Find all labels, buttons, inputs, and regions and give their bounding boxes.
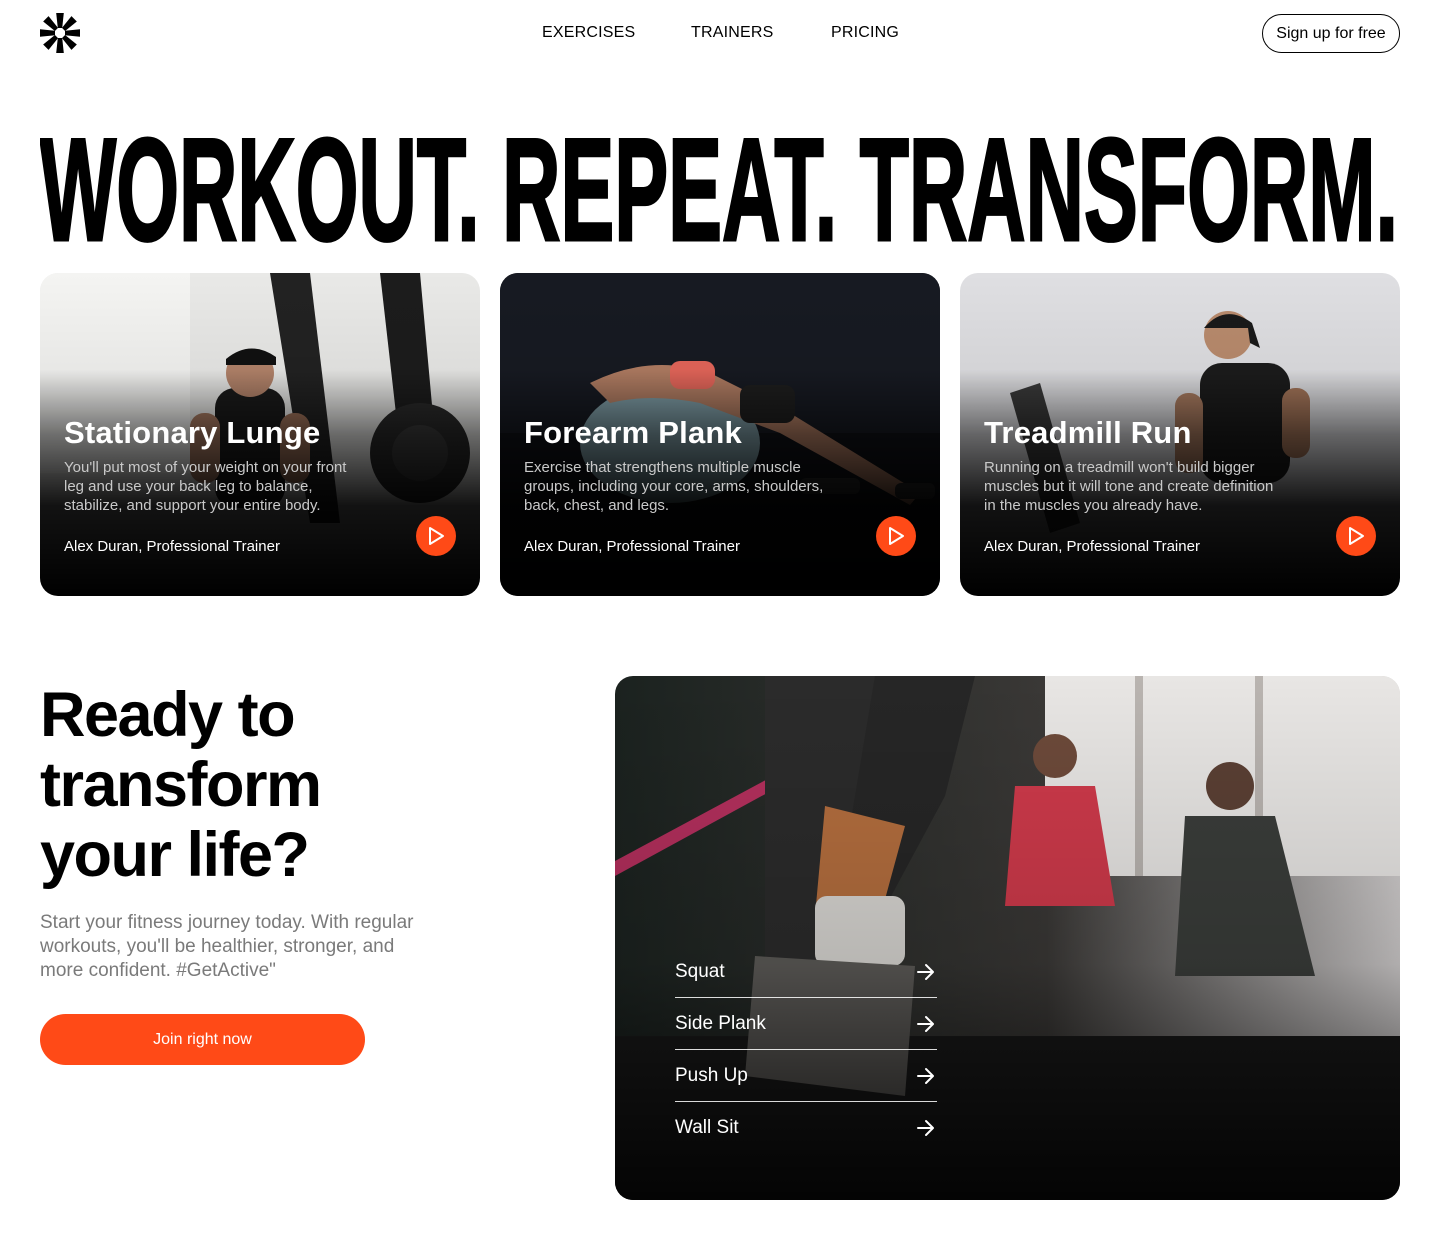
list-item[interactable]: Wall Sit (675, 1102, 937, 1154)
list-item-label: Push Up (675, 1064, 748, 1086)
card-author: Alex Duran, Professional Trainer (524, 538, 740, 555)
exercise-list: Squat Side Plank Push Up Wall Sit (675, 946, 937, 1154)
cta-heading-line: your life? (40, 820, 310, 890)
exercise-feature-image: Squat Side Plank Push Up Wall Sit (615, 676, 1400, 1200)
card-title: Forearm Plank (524, 415, 742, 450)
arrow-right-icon (917, 964, 934, 980)
card-author: Alex Duran, Professional Trainer (64, 538, 280, 555)
nav-link-trainers[interactable]: TRAINERS (691, 24, 774, 42)
card-title: Stationary Lunge (64, 415, 321, 450)
cta-heading-line: Ready to (40, 680, 296, 750)
signup-button[interactable]: Sign up for free (1262, 14, 1400, 53)
nav-link-exercises[interactable]: EXERCISES (542, 24, 635, 42)
card-description: Exercise that strengthens multiple muscl… (524, 459, 824, 514)
card-title: Treadmill Run (984, 415, 1192, 450)
hero-headline: WORKOUT. REPEAT. TRANSFORM. (40, 122, 1400, 257)
arrow-right-icon (917, 1120, 934, 1136)
exercise-cards: Stationary Lunge You'll put most of your… (40, 273, 1400, 596)
arrow-right-icon (917, 1016, 934, 1032)
play-icon[interactable] (876, 516, 916, 556)
list-item[interactable]: Squat (675, 946, 937, 998)
card-description: You'll put most of your weight on your f… (64, 459, 347, 514)
site-header: EXERCISES TRAINERS PRICING Sign up for f… (0, 0, 1440, 66)
join-button[interactable]: Join right now (40, 1014, 365, 1065)
cta-heading: Ready to transform your life? (40, 680, 440, 890)
cta-heading-line: transform (40, 750, 322, 820)
play-icon[interactable] (416, 516, 456, 556)
card-author: Alex Duran, Professional Trainer (984, 538, 1200, 555)
hero-headline-text: WORKOUT. REPEAT. TRANSFORM. (40, 122, 1398, 257)
exercise-card[interactable]: Forearm Plank Exercise that strengthens … (500, 273, 940, 596)
list-item-label: Side Plank (675, 1012, 766, 1034)
exercise-card[interactable]: Treadmill Run Running on a treadmill won… (960, 273, 1400, 596)
nav-link-pricing[interactable]: PRICING (831, 24, 899, 42)
cta-description: Start your fitness journey today. With r… (40, 912, 414, 981)
arrow-right-icon (917, 1068, 934, 1084)
list-item-label: Wall Sit (675, 1117, 739, 1138)
list-item[interactable]: Push Up (675, 1050, 937, 1102)
play-icon[interactable] (1336, 516, 1376, 556)
exercise-card[interactable]: Stationary Lunge You'll put most of your… (40, 273, 480, 596)
card-description: Running on a treadmill won't build bigge… (984, 459, 1274, 514)
list-item[interactable]: Side Plank (675, 998, 937, 1050)
main-nav: EXERCISES TRAINERS PRICING (0, 24, 1440, 44)
list-item-label: Squat (675, 960, 725, 982)
